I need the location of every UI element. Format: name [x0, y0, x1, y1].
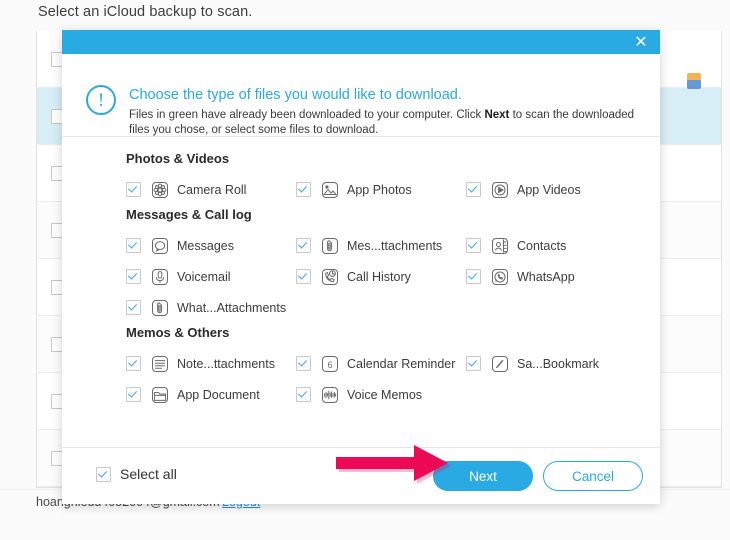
app-photos-icon — [321, 181, 339, 199]
background-page-title: Select an iCloud backup to scan. — [38, 4, 253, 20]
voice-memos-icon — [321, 386, 339, 404]
option-label: Messages — [177, 238, 234, 253]
notes-icon — [151, 355, 169, 373]
app-document-icon — [151, 386, 169, 404]
group-rows: Camera Roll App Photos App Videos — [62, 174, 660, 205]
dialog-description: Files in green have already been downloa… — [129, 108, 649, 138]
file-type-dialog: ✕ ! Choose the type of files you would l… — [62, 30, 660, 504]
option-contacts[interactable]: Contacts — [466, 237, 636, 255]
option-checkbox[interactable] — [296, 182, 311, 197]
option-label: WhatsApp — [517, 269, 575, 284]
option-row: What...Attachments — [62, 292, 660, 323]
dialog-footer: Select all Next Cancel — [62, 447, 660, 504]
option-checkbox[interactable] — [296, 387, 311, 402]
option-checkbox[interactable] — [466, 269, 481, 284]
option-checkbox[interactable] — [126, 356, 141, 371]
safari-bookmark-icon — [491, 355, 509, 373]
option-message-attachments[interactable]: Mes...ttachments — [296, 237, 466, 255]
option-label: Note...ttachments — [177, 356, 275, 371]
option-group: Memos & Others Note...ttachments 6 Calendar… — [62, 325, 660, 410]
file-type-options: Photos & Videos Camera Roll App Photos App … — [62, 137, 660, 447]
description-part-1: Files in green have already been downloa… — [129, 109, 485, 121]
select-all-box[interactable] — [96, 466, 111, 482]
option-checkbox[interactable] — [126, 300, 141, 315]
option-checkbox[interactable] — [126, 182, 141, 197]
option-label: Calendar Reminder — [347, 356, 456, 371]
messages-icon — [151, 237, 169, 255]
option-label: Mes...ttachments — [347, 238, 443, 253]
option-app-document[interactable]: App Document — [126, 386, 296, 404]
contacts-icon — [491, 237, 509, 255]
option-voicemail[interactable]: Voicemail — [126, 268, 296, 286]
option-checkbox[interactable] — [126, 269, 141, 284]
option-checkbox[interactable] — [126, 387, 141, 402]
info-exclamation-icon: ! — [86, 85, 116, 115]
voicemail-icon — [151, 268, 169, 286]
group-rows: Messages Mes...ttachments Contacts Voicemai… — [62, 230, 660, 323]
calendar-icon: 6 — [321, 355, 339, 373]
dialog-banner: ! Choose the type of files you would lik… — [62, 54, 660, 137]
option-app-videos[interactable]: App Videos — [466, 181, 636, 199]
option-group: Messages & Call log Messages Mes...ttachme… — [62, 207, 660, 323]
close-icon[interactable]: ✕ — [629, 30, 653, 54]
option-row: Messages Mes...ttachments Contacts — [62, 230, 660, 261]
option-checkbox[interactable] — [126, 238, 141, 253]
option-call-history[interactable]: Call History — [296, 268, 466, 286]
option-label: Voice Memos — [347, 387, 423, 402]
group-title: Photos & Videos — [126, 151, 230, 166]
option-row: Note...ttachments 6 Calendar Reminder Sa...… — [62, 348, 660, 379]
option-checkbox[interactable] — [466, 238, 481, 253]
option-checkbox[interactable] — [296, 238, 311, 253]
option-label: Camera Roll — [177, 182, 247, 197]
message-attachments-icon — [321, 237, 339, 255]
whatsapp-icon — [491, 268, 509, 286]
option-group: Photos & Videos Camera Roll App Photos App … — [62, 151, 660, 205]
option-camera-roll[interactable]: Camera Roll — [126, 181, 296, 199]
option-label: Contacts — [517, 238, 567, 253]
cancel-button[interactable]: Cancel — [543, 461, 643, 491]
option-row: App Document Voice Memos — [62, 379, 660, 410]
option-checkbox[interactable] — [296, 269, 311, 284]
option-checkbox[interactable] — [466, 182, 481, 197]
option-whatsapp-attachments[interactable]: What...Attachments — [126, 299, 296, 317]
option-label: App Videos — [517, 182, 581, 197]
option-checkbox[interactable] — [466, 356, 481, 371]
option-whatsapp[interactable]: WhatsApp — [466, 268, 636, 286]
call-history-icon — [321, 268, 339, 286]
option-voice-memos[interactable]: Voice Memos — [296, 386, 466, 404]
option-app-photos[interactable]: App Photos — [296, 181, 466, 199]
select-all-label: Select all — [120, 466, 177, 482]
option-label: App Document — [177, 387, 260, 402]
description-emphasis: Next — [484, 109, 510, 121]
select-all-checkbox[interactable]: Select all — [96, 466, 177, 482]
option-label: Voicemail — [177, 269, 231, 284]
option-row: Voicemail Call History WhatsApp — [62, 261, 660, 292]
backup-device-icon — [687, 73, 701, 89]
dialog-titlebar: ✕ — [62, 30, 660, 54]
option-notes[interactable]: Note...ttachments — [126, 355, 296, 373]
option-safari-bookmark[interactable]: Sa...Bookmark — [466, 355, 636, 373]
group-rows: Note...ttachments 6 Calendar Reminder Sa...… — [62, 348, 660, 410]
option-checkbox[interactable] — [296, 356, 311, 371]
option-label: Sa...Bookmark — [517, 356, 599, 371]
next-button[interactable]: Next — [433, 461, 533, 491]
option-calendar[interactable]: 6 Calendar Reminder — [296, 355, 466, 373]
group-title: Messages & Call log — [126, 207, 252, 222]
option-label: Call History — [347, 269, 411, 284]
option-row: Camera Roll App Photos App Videos — [62, 174, 660, 205]
camera-roll-icon — [151, 181, 169, 199]
whatsapp-attachments-icon — [151, 299, 169, 317]
svg-text:6: 6 — [327, 359, 332, 369]
group-title: Memos & Others — [126, 325, 230, 340]
option-messages[interactable]: Messages — [126, 237, 296, 255]
dialog-heading: Choose the type of files you would like … — [129, 87, 462, 103]
option-label: App Photos — [347, 182, 412, 197]
app-videos-icon — [491, 181, 509, 199]
option-label: What...Attachments — [177, 300, 287, 315]
